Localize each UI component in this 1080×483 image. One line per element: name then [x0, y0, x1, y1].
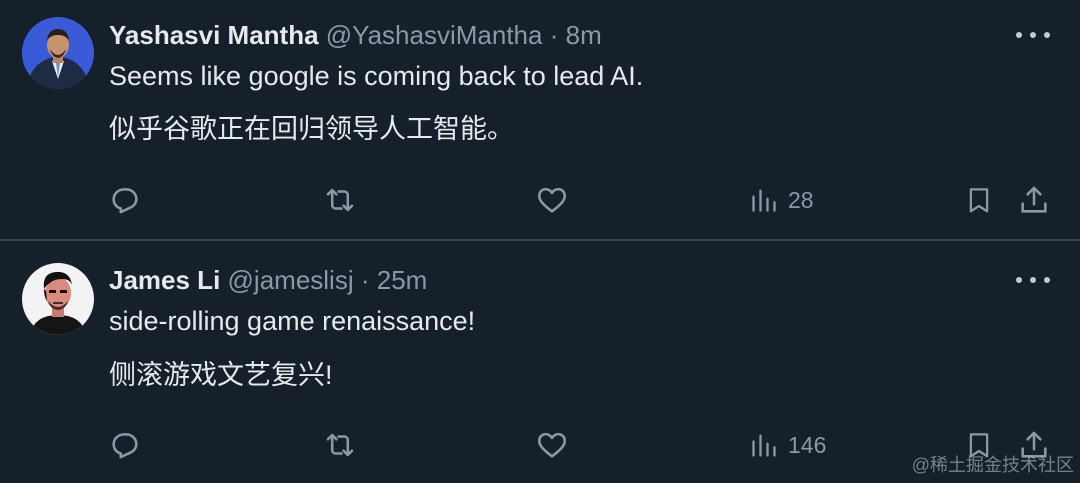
timestamp[interactable]: 25m [377, 265, 428, 295]
tweet-header: James Li @jameslisj · 25m [109, 263, 427, 297]
retweet-button[interactable] [322, 425, 358, 465]
bookmark-button[interactable] [964, 180, 994, 220]
user-handle[interactable]: @YashasviMantha [326, 20, 543, 50]
bookmark-icon [969, 188, 989, 213]
like-button[interactable] [535, 425, 569, 465]
retweet-icon [326, 433, 354, 457]
display-name[interactable]: Yashasvi Mantha [109, 20, 319, 50]
reply-icon [112, 433, 138, 459]
views-button[interactable]: 28 [750, 180, 814, 220]
share-icon [1021, 186, 1047, 213]
tweet[interactable]: James Li @jameslisj · 25m side-rolling g… [0, 241, 1080, 483]
reply-icon [112, 188, 138, 214]
tweet-text-translation: 似乎谷歌正在回归领导人工智能。 [109, 114, 514, 144]
heart-icon [537, 187, 567, 213]
share-button[interactable] [1017, 180, 1051, 220]
tweet[interactable]: Yashasvi Mantha @YashasviMantha · 8m See… [0, 0, 1080, 240]
tweet-text: Seems like google is coming back to lead… [109, 61, 644, 91]
action-bar: 28 [0, 180, 1080, 220]
reply-button[interactable] [108, 180, 142, 220]
tweet-text-translation: 侧滚游戏文艺复兴! [109, 360, 333, 390]
separator: · [549, 20, 559, 50]
avatar[interactable] [22, 17, 94, 89]
retweet-button[interactable] [322, 180, 358, 220]
heart-icon [537, 432, 567, 458]
tweet-header: Yashasvi Mantha @YashasviMantha · 8m [109, 18, 602, 52]
separator: · [360, 265, 370, 295]
tweet-text: side-rolling game renaissance! [109, 306, 476, 336]
watermark: @稀土掘金技术社区 [911, 455, 1074, 475]
more-icon[interactable] [1016, 25, 1050, 45]
like-button[interactable] [535, 180, 569, 220]
views-count: 146 [788, 431, 827, 458]
user-handle[interactable]: @jameslisj [228, 265, 354, 295]
views-button[interactable]: 146 [750, 425, 826, 465]
retweet-icon [326, 188, 354, 212]
views-icon [752, 434, 776, 457]
avatar[interactable] [22, 263, 94, 335]
more-icon[interactable] [1016, 270, 1050, 290]
timestamp[interactable]: 8m [566, 20, 602, 50]
reply-button[interactable] [108, 425, 142, 465]
views-count: 28 [788, 186, 814, 213]
display-name[interactable]: James Li [109, 265, 220, 295]
views-icon [752, 189, 776, 212]
